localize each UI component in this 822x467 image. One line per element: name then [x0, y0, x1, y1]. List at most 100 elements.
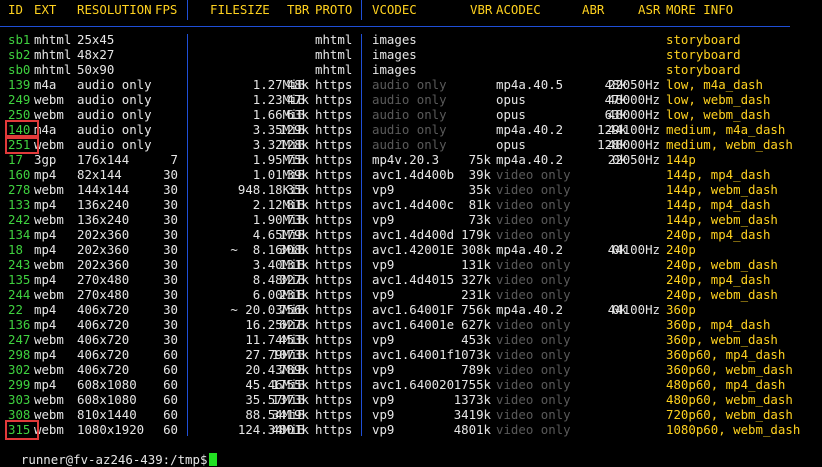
- cell-asr: 22050Hz: [607, 152, 660, 167]
- cell-resolution: 406x720: [77, 362, 130, 377]
- table-row: 18 mp4 202x360 30 ~ 8.16MiB 308k https avc1.420…: [0, 242, 822, 257]
- col-fps-header: FPS: [155, 2, 178, 17]
- cell-resolution: 82x144: [77, 167, 122, 182]
- cell-acodec: video only: [496, 317, 571, 332]
- cell-fps: 60: [163, 407, 178, 422]
- table-row: 247 webm 406x720 30 11.74MiB 453k https vp9 453k…: [0, 332, 822, 347]
- col-more-info-header: MORE INFO: [666, 2, 734, 17]
- shell-prompt[interactable]: runner@fv-az246-439:/tmp$: [6, 437, 218, 467]
- cell-id: 302: [8, 362, 31, 377]
- cell-fps: 30: [163, 317, 178, 332]
- cell-asr: 48000Hz: [607, 107, 660, 122]
- cell-ext: webm: [34, 212, 64, 227]
- cell-tbr: 75k: [286, 152, 309, 167]
- cell-ext: webm: [34, 407, 64, 422]
- cell-tbr: 3419k: [271, 407, 309, 422]
- table-row: 136 mp4 406x720 30 16.25MiB 627k https avc1.640…: [0, 317, 822, 332]
- table-row: 299 mp4 608x1080 60 45.46MiB 1755k https avc1.6…: [0, 377, 822, 392]
- cell-fps: 60: [163, 347, 178, 362]
- cell-proto: https: [315, 122, 353, 137]
- table-row: 135 mp4 270x480 30 8.48MiB 327k https avc1.4d40…: [0, 272, 822, 287]
- cell-resolution: 270x480: [77, 287, 130, 302]
- cell-vbr: 75k: [468, 152, 491, 167]
- cell-proto: https: [315, 272, 353, 287]
- cell-asr: 44100Hz: [607, 122, 660, 137]
- table-row: sb1 mhtml 25x45 mhtml images storyboard: [0, 32, 822, 47]
- cell-ext: mhtml: [34, 62, 72, 77]
- cell-resolution: 202x360: [77, 227, 130, 242]
- cell-resolution: 406x720: [77, 302, 130, 317]
- col-vcodec-header: VCODEC: [372, 2, 417, 17]
- table-row: 249 webm audio only 1.23MiB 47k https audio on…: [0, 92, 822, 107]
- cell-acodec: opus: [496, 137, 526, 152]
- cell-resolution: 1080x1920: [77, 422, 145, 437]
- table-row: 315 webm 1080x1920 60 124.34MiB 4801k https vp9…: [0, 422, 822, 437]
- cell-ext: 3gp: [34, 152, 57, 167]
- cell-acodec: opus: [496, 107, 526, 122]
- cell-id: 303: [8, 392, 31, 407]
- cell-acodec: opus: [496, 92, 526, 107]
- cell-proto: https: [315, 407, 353, 422]
- cell-id: 242: [8, 212, 31, 227]
- cell-vcodec: audio only: [372, 92, 447, 107]
- cell-resolution: audio only: [77, 77, 152, 92]
- cell-id: 139: [8, 77, 31, 92]
- col-proto-header: PROTO: [315, 2, 353, 17]
- cell-ext: webm: [34, 332, 64, 347]
- cell-vcodec: images: [372, 32, 417, 47]
- cell-proto: https: [315, 362, 353, 377]
- cell-fps: 30: [163, 272, 178, 287]
- cell-ext: webm: [34, 422, 64, 437]
- cell-fps: 30: [163, 197, 178, 212]
- table-row: 22 mp4 406x720 30 ~ 20.03MiB 756k https avc1.64…: [0, 302, 822, 317]
- table-row: 278 webm 144x144 30 948.18KiB 35k https vp9 35k v…: [0, 182, 822, 197]
- cell-more-info: low, m4a_dash: [666, 77, 763, 92]
- cell-resolution: 202x360: [77, 257, 130, 272]
- cell-asr: 22050Hz: [607, 77, 660, 92]
- cell-id: 247: [8, 332, 31, 347]
- cell-resolution: 136x240: [77, 197, 130, 212]
- cell-more-info: 1080p60, webm_dash: [666, 422, 801, 437]
- cell-tbr: 4801k: [271, 422, 309, 437]
- cell-vbr: 231k: [461, 287, 491, 302]
- cell-resolution: 144x144: [77, 182, 130, 197]
- cell-more-info: 480p60, mp4_dash: [666, 377, 786, 392]
- cell-resolution: 810x1440: [77, 407, 137, 422]
- cell-tbr: 81k: [286, 197, 309, 212]
- cell-resolution: 136x240: [77, 212, 130, 227]
- cell-proto: https: [315, 242, 353, 257]
- cell-tbr: 39k: [286, 167, 309, 182]
- cell-fps: 60: [163, 392, 178, 407]
- col-acodec-header: ACODEC: [496, 2, 541, 17]
- cell-fps: 30: [163, 242, 178, 257]
- cell-id: 135: [8, 272, 31, 287]
- cell-tbr: 789k: [279, 362, 309, 377]
- cell-id: 22: [8, 302, 23, 317]
- cell-tbr: 131k: [279, 257, 309, 272]
- cell-proto: https: [315, 107, 353, 122]
- cell-fps: 30: [163, 167, 178, 182]
- cell-asr: 44100Hz: [607, 242, 660, 257]
- cell-more-info: storyboard: [666, 47, 741, 62]
- cell-more-info: 144p, mp4_dash: [666, 167, 771, 182]
- cell-asr: 44100Hz: [607, 302, 660, 317]
- table-row: 298 mp4 406x720 60 27.79MiB 1073k https avc1.64…: [0, 347, 822, 362]
- cell-vbr: 308k: [461, 242, 491, 257]
- cell-ext: webm: [34, 392, 64, 407]
- table-row: 140 m4a audio only 3.35MiB 129k https audio on…: [0, 122, 822, 137]
- cell-more-info: 360p: [666, 302, 696, 317]
- cell-resolution: 608x1080: [77, 392, 137, 407]
- cell-id: sb1: [8, 32, 31, 47]
- cell-ext: mp4: [34, 377, 57, 392]
- cell-resolution: 50x90: [77, 62, 115, 77]
- cell-proto: https: [315, 257, 353, 272]
- cell-fps: 30: [163, 332, 178, 347]
- cell-vbr: 179k: [461, 227, 491, 242]
- cell-acodec: video only: [496, 212, 571, 227]
- cell-id: 134: [8, 227, 31, 242]
- col-asr-header: ASR: [638, 2, 661, 17]
- cell-tbr: 73k: [286, 212, 309, 227]
- cell-fps: 30: [163, 182, 178, 197]
- cell-proto: https: [315, 302, 353, 317]
- table-row: 251 webm audio only 3.32MiB 128k https audio o…: [0, 137, 822, 152]
